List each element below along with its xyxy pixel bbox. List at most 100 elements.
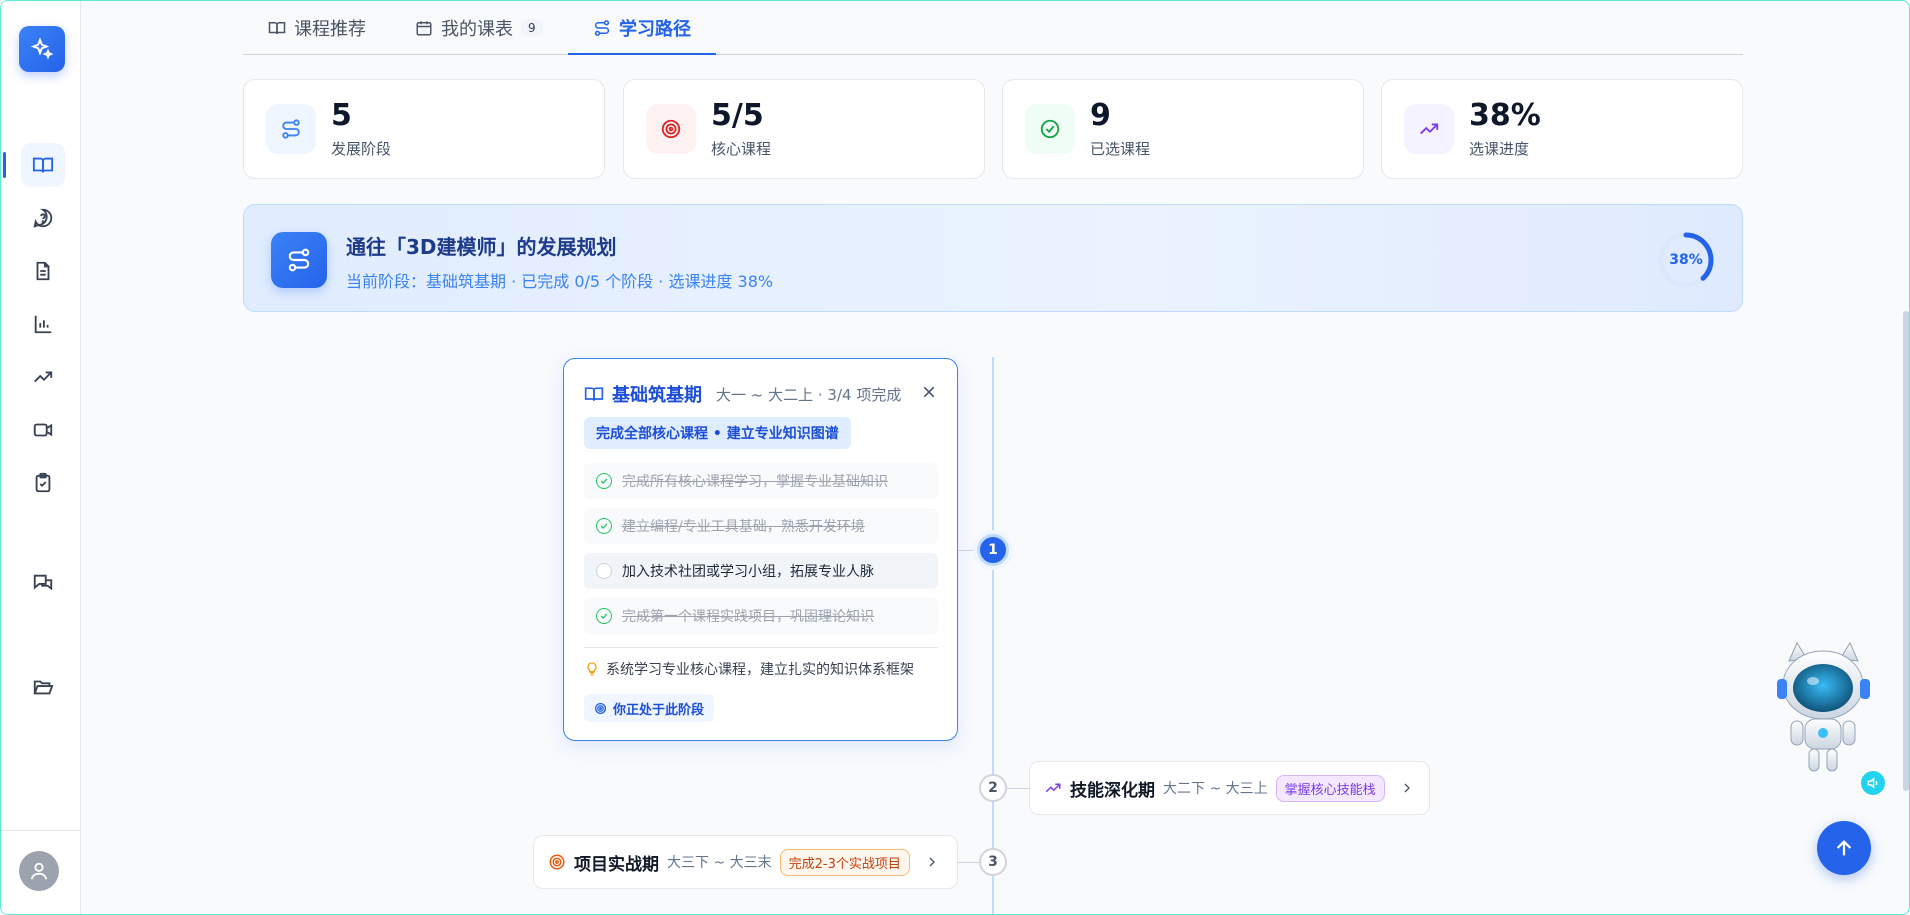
stage-name: 技能深化期	[1070, 780, 1155, 801]
stat-value: 5	[331, 98, 352, 133]
stat-label: 已选课程	[1090, 140, 1151, 158]
stat-card-stages: 5 发展阶段	[243, 79, 605, 179]
tab-course-recommend[interactable]: 课程推荐	[268, 1, 366, 55]
file-text-icon	[36, 261, 50, 281]
check-circle-icon	[1025, 104, 1075, 154]
stage-card-foundation[interactable]: 基础筑基期 大一 ~ 大二上 · 3/4 项完成 完成全部核心课程 • 建立专业…	[563, 358, 958, 741]
nav-courses[interactable]	[21, 143, 65, 187]
lightbulb-icon	[587, 662, 597, 676]
message-question-icon	[33, 208, 53, 228]
trending-up-icon	[1404, 104, 1454, 154]
tip-text: 系统学习专业核心课程，建立扎实的知识体系框架	[606, 662, 914, 678]
stage-goal-badge: 掌握核心技能栈	[1275, 774, 1385, 802]
user-avatar[interactable]	[19, 851, 59, 891]
close-icon	[923, 386, 935, 398]
current-stage-label: 你正处于此阶段	[613, 702, 705, 718]
task-text: 建立编程/专业工具基础，熟悉开发环境	[622, 519, 865, 535]
chevron-right-icon	[929, 857, 935, 867]
task-text: 完成第一个课程实践项目，巩固理论知识	[622, 609, 874, 625]
stat-card-selected: 9 已选课程	[1002, 79, 1364, 179]
divider	[584, 647, 938, 648]
check-icon	[596, 518, 612, 534]
banner-subtitle: 当前阶段：基础筑基期 · 已完成 0/5 个阶段 · 选课进度 38%	[346, 272, 774, 291]
book-open-icon	[584, 387, 604, 401]
nav-videos[interactable]	[21, 408, 65, 452]
stage-node-2[interactable]: 2	[979, 774, 1007, 802]
tab-my-schedule[interactable]: 我的课表 9	[415, 1, 543, 55]
sidebar	[1, 1, 81, 914]
task-text: 完成所有核心课程学习，掌握专业基础知识	[622, 474, 888, 490]
stage-goal-chip: 完成全部核心课程 • 建立专业知识图谱	[584, 417, 851, 449]
progress-percent: 38%	[1669, 252, 1703, 268]
task-text: 加入技术社团或学习小组，拓展专业人脉	[622, 564, 874, 580]
close-button[interactable]	[918, 381, 940, 403]
stat-value: 38%	[1469, 98, 1541, 133]
robot-assistant[interactable]	[1771, 641, 1876, 776]
stage-meta: 大三下 ~ 大三末	[667, 855, 772, 871]
stage-header: 基础筑基期 大一 ~ 大二上 · 3/4 项完成	[584, 381, 901, 407]
nav-folders[interactable]	[21, 665, 65, 709]
folder-open-icon	[33, 680, 54, 695]
target-icon	[646, 104, 696, 154]
calendar-icon	[416, 21, 432, 36]
stat-label: 核心课程	[711, 140, 772, 158]
task-item[interactable]: 建立编程/专业工具基础，熟悉开发环境	[584, 508, 938, 544]
tab-learning-path[interactable]: 学习路径	[593, 1, 691, 55]
task-item[interactable]: 加入技术社团或学习小组，拓展专业人脉	[584, 553, 938, 589]
target-icon	[549, 854, 565, 870]
stage-card-skill[interactable]: 技能深化期 大二下 ~ 大三上 掌握核心技能栈	[1029, 761, 1430, 815]
target-icon	[594, 702, 607, 714]
stage-node-1[interactable]: 1	[977, 534, 1009, 566]
task-item[interactable]: 完成所有核心课程学习，掌握专业基础知识	[584, 463, 938, 499]
stat-label: 选课进度	[1469, 140, 1530, 158]
check-icon	[596, 608, 612, 624]
stage-node-3[interactable]: 3	[979, 848, 1007, 876]
career-plan-banner: 通往「3D建模师」的发展规划 当前阶段：基础筑基期 · 已完成 0/5 个阶段 …	[243, 204, 1743, 312]
route-icon	[594, 20, 610, 36]
nav-qa[interactable]	[21, 196, 65, 240]
bar-chart-icon	[34, 315, 52, 334]
chevron-right-icon	[1404, 783, 1410, 793]
stage-name: 项目实战期	[574, 854, 659, 875]
trending-up-icon	[1045, 783, 1061, 793]
task-item[interactable]: 完成第一个课程实践项目，巩固理论知识	[584, 598, 938, 634]
stage-tip: 系统学习专业核心课程，建立扎实的知识体系框架	[584, 659, 914, 679]
nav-tasks[interactable]	[21, 461, 65, 505]
sound-toggle-button[interactable]	[1859, 769, 1887, 797]
stat-value: 5/5	[711, 98, 764, 133]
connector	[958, 550, 978, 551]
clipboard-check-icon	[35, 472, 51, 493]
stat-card-core-courses: 5/5 核心课程	[623, 79, 985, 179]
nav-statistics[interactable]	[21, 302, 65, 346]
app-logo[interactable]	[19, 26, 65, 72]
tab-active-underline	[568, 53, 716, 55]
nav-messages[interactable]	[21, 561, 65, 605]
sparkles-icon	[30, 37, 54, 60]
connector	[958, 862, 979, 863]
nav-trends[interactable]	[21, 355, 65, 399]
route-icon	[271, 232, 327, 288]
stat-card-progress: 38% 选课进度	[1381, 79, 1743, 179]
current-stage-chip: 你正处于此阶段	[584, 694, 715, 722]
stage-meta: 大二下 ~ 大三上	[1163, 781, 1268, 797]
book-open-icon	[32, 157, 54, 173]
check-icon	[596, 473, 612, 489]
timeline-line	[992, 357, 994, 914]
connector	[1007, 788, 1029, 789]
unchecked-circle-icon	[596, 563, 612, 579]
nav-active-indicator	[3, 152, 6, 178]
tab-label: 课程推荐	[294, 19, 366, 40]
stage-goal-badge: 完成2-3个实战项目	[779, 848, 910, 876]
scrollbar[interactable]	[1903, 311, 1909, 791]
sidebar-footer	[1, 830, 81, 914]
scroll-to-top-button[interactable]	[1817, 821, 1871, 875]
stat-value: 9	[1090, 98, 1111, 133]
volume-icon	[1867, 777, 1878, 789]
app-window: 课程推荐 我的课表 9 学习路径 5 发展阶段 5/5 核心课程 9 已选课程	[0, 0, 1910, 915]
video-icon	[33, 423, 53, 437]
stage-card-project[interactable]: 项目实战期 大三下 ~ 大三末 完成2-3个实战项目	[533, 835, 958, 889]
messages-icon	[33, 574, 53, 591]
banner-title: 通往「3D建模师」的发展规划	[346, 235, 617, 259]
user-icon	[30, 862, 48, 880]
nav-documents[interactable]	[21, 249, 65, 293]
